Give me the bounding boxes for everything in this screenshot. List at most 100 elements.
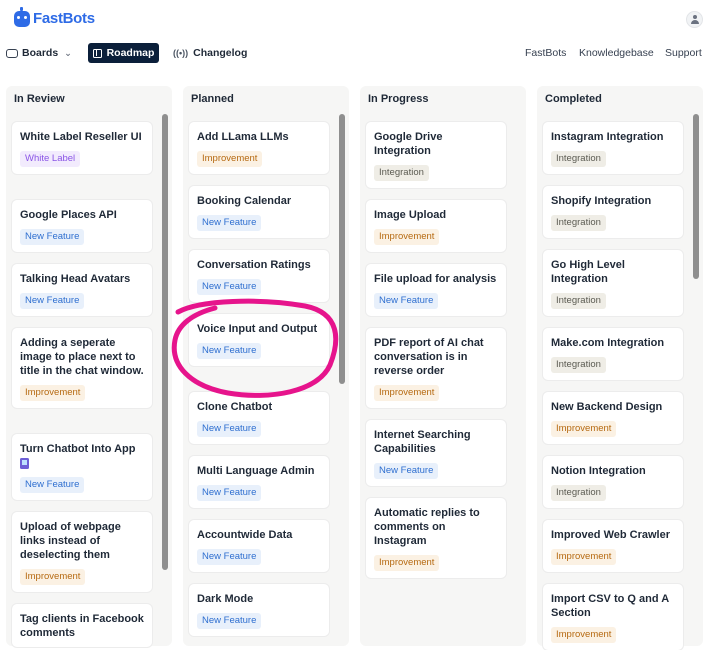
tag-badge: New Feature — [20, 293, 85, 309]
tag-badge: Improvement — [374, 229, 440, 245]
tag-badge: Improvement — [197, 151, 263, 167]
card-title: Upload of webpage links instead of desel… — [20, 521, 121, 561]
scrollbar[interactable] — [693, 114, 699, 279]
roadmap-card[interactable]: Accountwide Data New Feature — [189, 520, 329, 572]
roadmap-card[interactable]: PDF report of AI chat conversation is in… — [366, 328, 506, 408]
card-title: Internet Searching Capabilities — [374, 429, 471, 455]
column-in-review: In Review White Label Reseller UI White … — [6, 86, 172, 647]
tag-badge: New Feature — [197, 279, 262, 295]
roadmap-card[interactable]: Adding a seperate image to place next to… — [12, 328, 152, 408]
tag-badge: Improvement — [551, 421, 617, 437]
roadmap-card[interactable]: Conversation Ratings New Feature — [189, 250, 329, 302]
tag-badge: New Feature — [197, 485, 262, 501]
roadmap-card[interactable]: Google Drive Integration Integration — [366, 122, 506, 188]
roadmap-card[interactable]: White Label Reseller UI White Label — [12, 122, 152, 174]
roadmap-card[interactable]: Improved Web Crawler Improvement — [543, 520, 683, 572]
roadmap-card[interactable]: Talking Head Avatars New Feature — [12, 264, 152, 316]
nav-link-fastbots[interactable]: FastBots — [525, 43, 566, 63]
column-title: In Progress — [368, 93, 429, 105]
board-icon — [6, 48, 18, 58]
broadcast-icon: ((•)) — [173, 48, 189, 58]
roadmap-card[interactable]: Tag clients in Facebook comments — [12, 604, 152, 647]
tag-badge: New Feature — [374, 463, 439, 479]
tag-badge: Improvement — [20, 385, 86, 401]
card-title: Add LLama LLMs — [197, 131, 289, 143]
column-title: Planned — [191, 93, 234, 105]
changelog-tab[interactable]: ((•)) Changelog — [173, 43, 247, 63]
tag-badge: New Feature — [197, 421, 262, 437]
user-avatar[interactable] — [686, 11, 703, 28]
changelog-label: Changelog — [193, 47, 248, 59]
brand-name: FastBots — [33, 10, 95, 27]
roadmap-card[interactable]: Google Places API New Feature — [12, 200, 152, 252]
roadmap-card[interactable]: Clone Chatbot New Feature — [189, 392, 329, 444]
roadmap-card[interactable]: Automatic replies to comments on Instagr… — [366, 498, 506, 578]
boards-label: Boards — [22, 47, 59, 59]
card-title: File upload for analysis — [374, 273, 497, 285]
tag-badge: New Feature — [20, 477, 85, 493]
tag-badge: New Feature — [197, 549, 262, 565]
column-planned: Planned Add LLama LLMs Improvement Booki… — [183, 86, 349, 646]
tag-badge: New Feature — [197, 613, 262, 629]
roadmap-card[interactable]: New Backend Design Improvement — [543, 392, 683, 444]
tag-badge: Integration — [551, 485, 606, 501]
roadmap-card[interactable]: Notion Integration Integration — [543, 456, 683, 508]
roadmap-card[interactable]: Voice Input and Output New Feature — [189, 314, 329, 366]
roadmap-icon — [92, 48, 102, 58]
card-title: New Backend Design — [551, 401, 663, 413]
card-title: Adding a seperate image to place next to… — [20, 337, 144, 377]
card-title: Multi Language Admin — [197, 465, 315, 477]
tag-badge: New Feature — [197, 343, 262, 359]
card-title: Automatic replies to comments on Instagr… — [374, 507, 480, 547]
tag-badge: Improvement — [551, 549, 617, 565]
fastbots-logo[interactable]: FastBots — [14, 6, 95, 27]
roadmap-card[interactable]: Add LLama LLMs Improvement — [189, 122, 329, 174]
scrollbar[interactable] — [162, 114, 168, 570]
nav-link-support[interactable]: Support — [665, 43, 702, 63]
card-title: Booking Calendar — [197, 195, 292, 207]
card-title: Google Places API — [20, 209, 117, 221]
tag-badge: Improvement — [374, 385, 440, 401]
card-title: Image Upload — [374, 209, 447, 221]
tag-badge: Improvement — [551, 627, 617, 643]
roadmap-card[interactable]: Shopify Integration Integration — [543, 186, 683, 238]
card-title: Talking Head Avatars — [20, 273, 131, 285]
roadmap-card[interactable]: Booking Calendar New Feature — [189, 186, 329, 238]
roadmap-card[interactable]: Turn Chatbot Into App New Feature — [12, 434, 152, 500]
scrollbar[interactable] — [339, 114, 345, 384]
card-title: PDF report of AI chat conversation is in… — [374, 337, 484, 377]
mobile-phone-icon — [20, 458, 29, 470]
roadmap-card[interactable]: File upload for analysis New Feature — [366, 264, 506, 316]
roadmap-card[interactable]: Multi Language Admin New Feature — [189, 456, 329, 508]
card-title: Make.com Integration — [551, 337, 665, 349]
roadmap-label: Roadmap — [106, 47, 155, 59]
roadmap-card[interactable]: Instagram Integration Integration — [543, 122, 683, 174]
tag-badge: Improvement — [374, 555, 440, 571]
roadmap-tab[interactable]: Roadmap — [88, 43, 159, 63]
tag-badge: New Feature — [197, 215, 262, 231]
roadmap-card[interactable]: Import CSV to Q and A Section Improvemen… — [543, 584, 683, 650]
app-header: FastBots — [0, 0, 720, 40]
card-title: Clone Chatbot — [197, 401, 273, 413]
roadmap-card[interactable]: Image Upload Improvement — [366, 200, 506, 252]
card-title: Voice Input and Output — [197, 323, 318, 335]
card-title: Conversation Ratings — [197, 259, 311, 271]
robot-icon — [14, 6, 30, 27]
roadmap-card[interactable]: Upload of webpage links instead of desel… — [12, 512, 152, 592]
tag-badge: Integration — [551, 357, 606, 373]
tag-badge: Integration — [551, 215, 606, 231]
roadmap-card[interactable]: Go High Level Integration Integration — [543, 250, 683, 316]
roadmap-card[interactable]: Dark Mode New Feature — [189, 584, 329, 636]
chevron-down-icon: ⌄ — [64, 47, 72, 58]
card-title: Import CSV to Q and A Section — [551, 593, 669, 619]
tag-badge: New Feature — [20, 229, 85, 245]
card-title: Improved Web Crawler — [551, 529, 670, 541]
roadmap-card[interactable]: Internet Searching Capabilities New Feat… — [366, 420, 506, 486]
tag-badge: Integration — [551, 151, 606, 167]
boards-dropdown[interactable]: Boards ⌄ — [6, 43, 72, 63]
column-completed: Completed Instagram Integration Integrat… — [537, 86, 703, 650]
card-title: Instagram Integration — [551, 131, 664, 143]
roadmap-card[interactable]: Make.com Integration Integration — [543, 328, 683, 380]
card-title: Dark Mode — [197, 593, 254, 605]
nav-link-knowledgebase[interactable]: Knowledgebase — [579, 43, 654, 63]
